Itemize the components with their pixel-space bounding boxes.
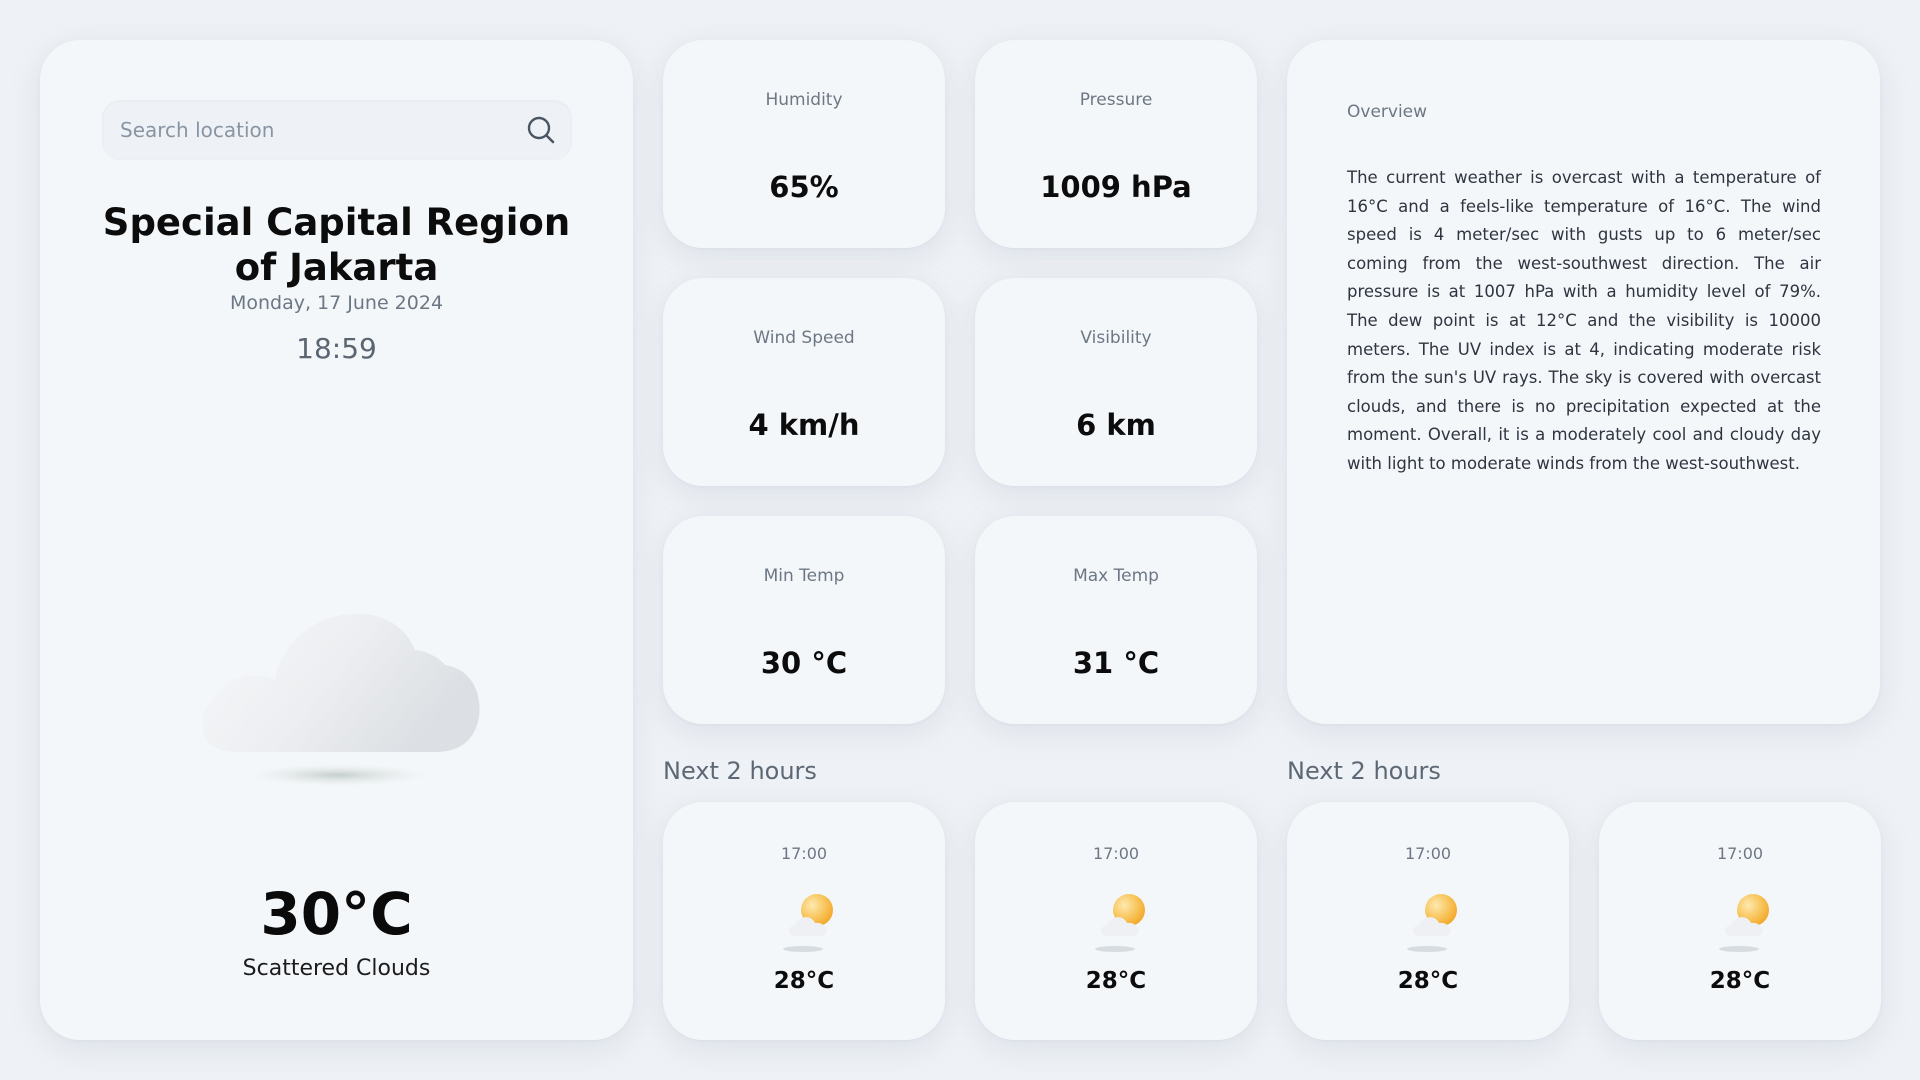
humidity-label: Humidity xyxy=(765,90,843,110)
cloud-icon xyxy=(201,613,480,786)
visibility-value: 6 km xyxy=(1076,408,1156,442)
visibility-label: Visibility xyxy=(1080,328,1152,348)
location-name: Special Capital Region of Jakarta xyxy=(102,201,571,289)
humidity-card: Humidity 65% xyxy=(663,40,945,248)
partly-cloudy-icon xyxy=(1719,894,1769,952)
partly-cloudy-icon xyxy=(783,894,833,952)
visibility-card: Visibility 6 km xyxy=(975,278,1257,486)
current-time: 18:59 xyxy=(296,332,377,365)
current-weather-panel: Special Capital Region of Jakarta Monday… xyxy=(40,40,633,1040)
pressure-value: 1009 hPa xyxy=(1040,170,1192,204)
min-temp-card: Min Temp 30 °C xyxy=(663,516,945,724)
max-temp-value: 31 °C xyxy=(1072,646,1160,680)
search-bar xyxy=(102,100,572,160)
hourly-forecast-card: 17:00 28°C xyxy=(1287,802,1569,1040)
current-date: Monday, 17 June 2024 xyxy=(229,292,444,314)
wind-speed-card: Wind Speed 4 km/h xyxy=(663,278,945,486)
current-temperature: 30°C xyxy=(260,880,413,948)
weather-condition: Scattered Clouds xyxy=(242,956,431,981)
search-icon xyxy=(527,116,555,144)
overview-title: Overview xyxy=(1347,102,1428,122)
max-temp-card: Max Temp 31 °C xyxy=(975,516,1257,724)
wind-speed-value: 4 km/h xyxy=(748,408,860,442)
forecast-time: 17:00 xyxy=(1716,844,1764,863)
humidity-value: 65% xyxy=(769,170,839,204)
forecast-time: 17:00 xyxy=(780,844,828,863)
partly-cloudy-icon xyxy=(1095,894,1145,952)
pressure-label: Pressure xyxy=(1079,90,1153,110)
forecast-section-title: Next 2 hours xyxy=(663,757,817,785)
search-input[interactable] xyxy=(102,100,502,160)
partly-cloudy-icon xyxy=(1407,894,1457,952)
hourly-forecast-card: 17:00 28°C xyxy=(663,802,945,1040)
pressure-card: Pressure 1009 hPa xyxy=(975,40,1257,248)
overview-text: The current weather is overcast with a t… xyxy=(1347,168,1821,473)
forecast-time: 17:00 xyxy=(1404,844,1452,863)
forecast-temp: 28°C xyxy=(1709,968,1771,994)
max-temp-label: Max Temp xyxy=(1073,566,1159,586)
forecast-time: 17:00 xyxy=(1092,844,1140,863)
wind-speed-label: Wind Speed xyxy=(753,328,855,348)
forecast-section-title: Next 2 hours xyxy=(1287,757,1441,785)
hourly-forecast-card: 17:00 28°C xyxy=(975,802,1257,1040)
forecast-temp: 28°C xyxy=(1397,968,1459,994)
min-temp-value: 30 °C xyxy=(760,646,848,680)
forecast-temp: 28°C xyxy=(1085,968,1147,994)
search-button[interactable] xyxy=(524,113,558,147)
hourly-forecast-card: 17:00 28°C xyxy=(1599,802,1881,1040)
min-temp-label: Min Temp xyxy=(763,566,845,586)
forecast-temp: 28°C xyxy=(773,968,835,994)
overview-card: Overview The current weather is overcast… xyxy=(1287,40,1880,724)
